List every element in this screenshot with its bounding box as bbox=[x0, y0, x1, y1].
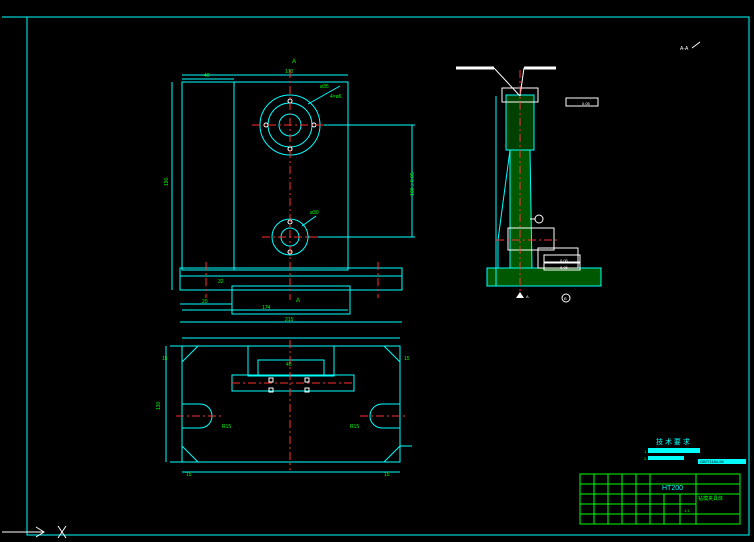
plan-hole-left: R15 bbox=[222, 424, 231, 430]
side-tol-3: 0.05 bbox=[560, 265, 569, 270]
side-datum-b: B bbox=[564, 296, 567, 301]
side-datum-c bbox=[534, 214, 544, 224]
plan-hole-right: R15 bbox=[350, 424, 359, 430]
section-marker-top: A bbox=[292, 59, 296, 65]
plan-corner-tr: 15 bbox=[404, 356, 410, 362]
dim-base-width: 174 bbox=[262, 305, 271, 311]
plan-chamfer-br bbox=[383, 445, 401, 463]
dim-top-width: 170 bbox=[285, 69, 294, 75]
front-view bbox=[171, 74, 415, 323]
plan-hole-1 bbox=[268, 377, 274, 383]
plan-center-block bbox=[247, 345, 335, 377]
upper-hole-label: ø35 bbox=[320, 84, 329, 90]
annotation-mark: A-A bbox=[680, 46, 689, 52]
side-base-plate bbox=[486, 267, 602, 287]
plan-chamfer-tl bbox=[181, 345, 199, 363]
hole-note: 4×ø6 bbox=[330, 94, 342, 100]
side-tol-1: 0.05 bbox=[582, 101, 591, 106]
plan-chamfer-tr bbox=[383, 345, 401, 363]
side-view bbox=[456, 66, 602, 303]
dim-small-left: 32 bbox=[218, 279, 224, 285]
side-leader-diag2 bbox=[519, 67, 525, 97]
front-centerlines bbox=[205, 70, 379, 300]
tech-req-line2: 2. bbox=[644, 456, 647, 461]
dim-overall-width: 215 bbox=[285, 317, 294, 323]
front-base bbox=[179, 267, 403, 291]
tech-req-bar-2 bbox=[648, 456, 684, 460]
plan-left-height: 130 bbox=[156, 401, 162, 410]
dim-left-offset: 40 bbox=[204, 73, 210, 79]
plan-corner-tl: 15 bbox=[162, 356, 168, 362]
tech-req-title: 技 术 要 求 bbox=[656, 437, 690, 446]
side-tol-2: 0.05 bbox=[560, 258, 569, 263]
plan-small-holes bbox=[268, 377, 310, 393]
tech-req-bar-1 bbox=[648, 448, 700, 453]
front-body bbox=[181, 81, 349, 271]
title-part-name: 钻模夹具体 bbox=[698, 495, 723, 502]
plan-view bbox=[165, 337, 412, 473]
dim-total-height: 190 bbox=[164, 177, 170, 186]
plan-corner-bl: 15 bbox=[186, 472, 192, 478]
leader-lower bbox=[301, 215, 317, 227]
title-material: HT200 bbox=[662, 485, 683, 492]
plan-hole-2 bbox=[304, 377, 310, 383]
side-datum-a: A bbox=[526, 294, 529, 299]
datum-a-triangle bbox=[516, 292, 524, 298]
plan-center-mark: 40 bbox=[286, 362, 292, 368]
dim-height-right: 160 ± 0.05 bbox=[410, 172, 416, 196]
section-marker-bottom: A bbox=[296, 298, 300, 304]
annotation-arrow bbox=[691, 41, 701, 49]
dim-bottom-left-val: 20 bbox=[202, 299, 208, 305]
lower-hole-label: ø30 bbox=[310, 210, 319, 216]
cad-drawing: A-A 170 40 215 174 20 190 160 ± 0.05 32 … bbox=[2, 16, 750, 539]
tech-req-note: GB/T1184-96 bbox=[700, 459, 724, 464]
ucs-icon bbox=[2, 525, 67, 539]
side-leader-diag bbox=[493, 67, 521, 97]
plan-chamfer-bl bbox=[181, 445, 199, 463]
title-scale: 1:1 bbox=[684, 508, 690, 513]
tech-requirements: 技 术 要 求 1. 2. GB/T1184-96 bbox=[644, 437, 746, 464]
plan-corner-br: 15 bbox=[384, 472, 390, 478]
tech-req-line1: 1. bbox=[644, 449, 647, 454]
